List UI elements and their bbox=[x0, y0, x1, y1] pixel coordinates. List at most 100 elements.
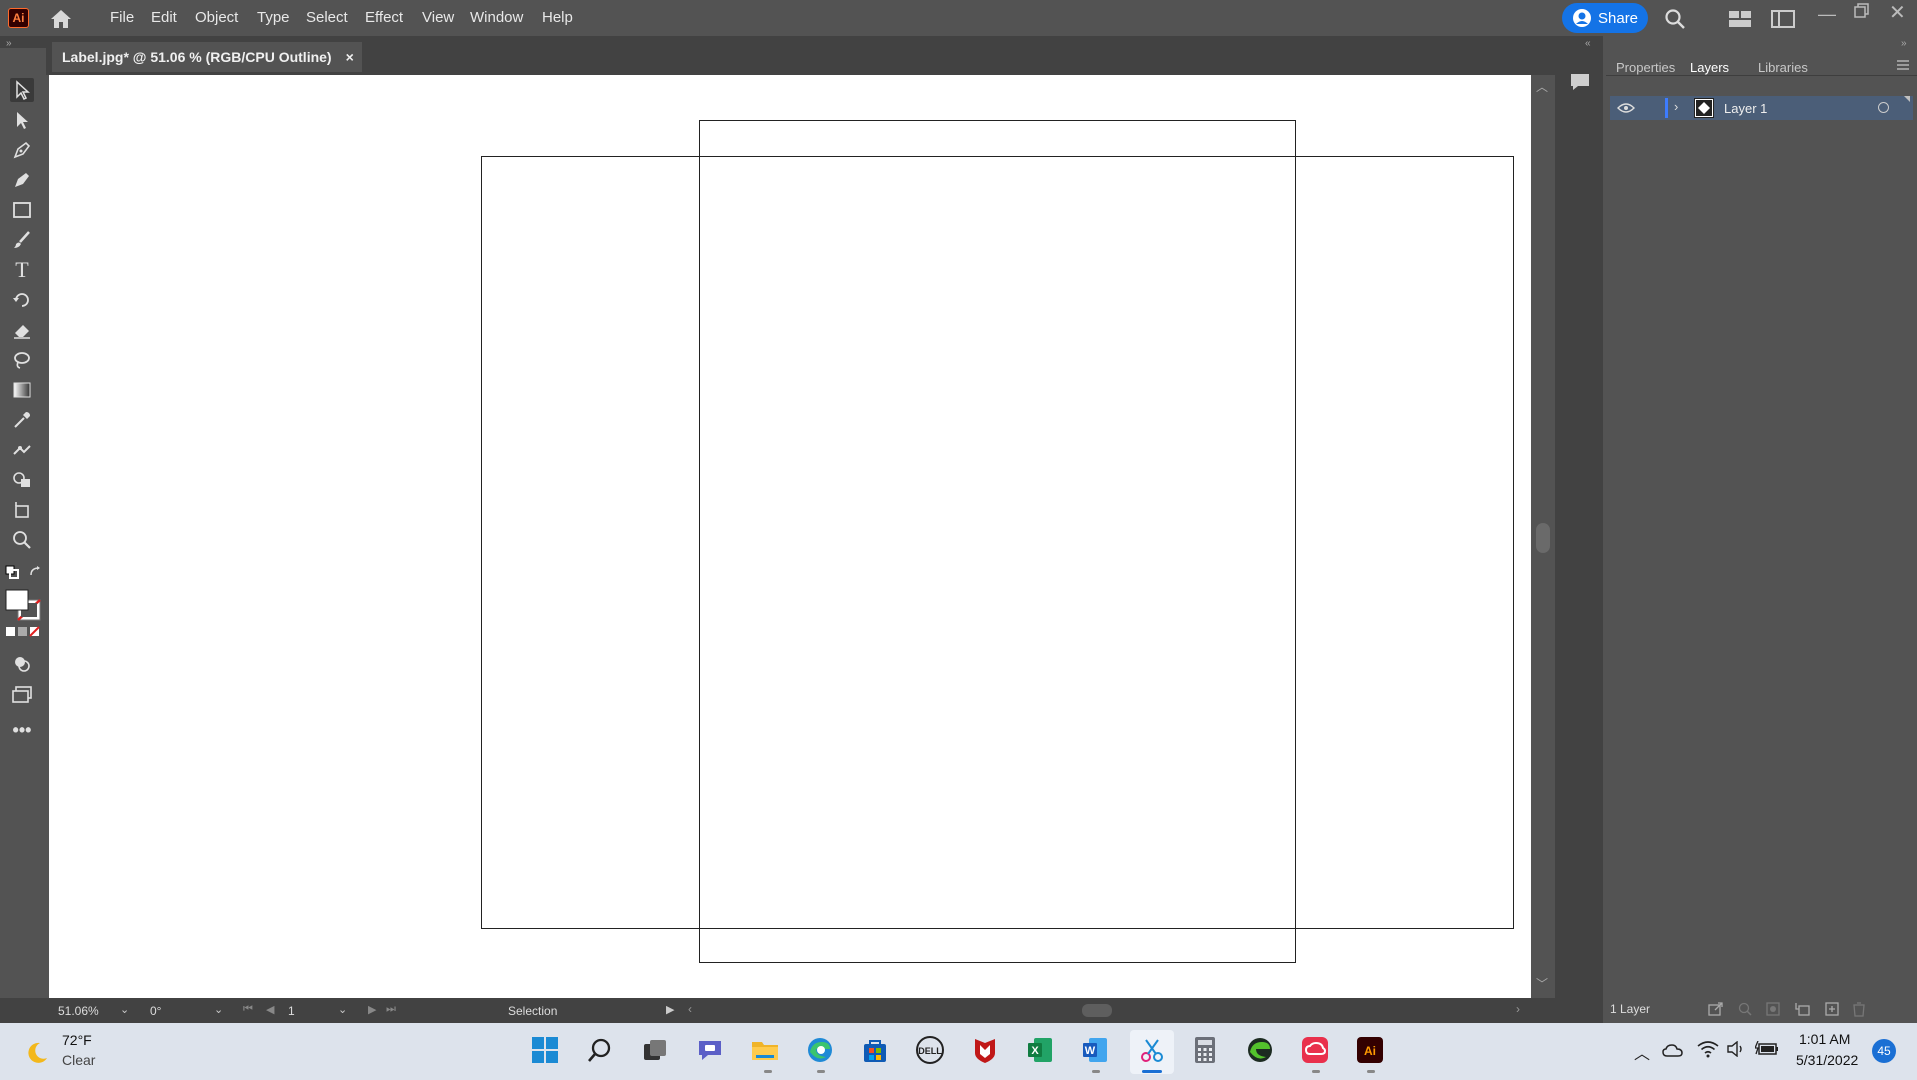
onedrive-icon[interactable] bbox=[1662, 1042, 1684, 1063]
layer-row[interactable]: › Layer 1 bbox=[1610, 96, 1913, 120]
last-artboard-icon[interactable]: ⏭ bbox=[386, 1003, 396, 1016]
selection-tool-icon[interactable] bbox=[10, 78, 34, 102]
outline-rectangle-tall[interactable] bbox=[699, 120, 1296, 963]
shape-builder-tool-icon[interactable] bbox=[10, 468, 34, 492]
paintbrush-tool-icon[interactable] bbox=[10, 228, 34, 252]
menu-type[interactable]: Type bbox=[257, 9, 290, 26]
tab-layers[interactable]: Layers bbox=[1690, 60, 1730, 75]
file-explorer-icon[interactable] bbox=[750, 1035, 780, 1065]
scroll-right-icon[interactable]: › bbox=[1516, 1002, 1520, 1016]
menu-window[interactable]: Window bbox=[470, 9, 523, 26]
make-clipping-mask-icon[interactable] bbox=[1766, 1002, 1780, 1021]
rotate-tool-icon[interactable] bbox=[10, 288, 34, 312]
current-tool-status[interactable]: Selection bbox=[508, 1004, 557, 1018]
target-circle-icon[interactable] bbox=[1878, 102, 1889, 113]
close-tab-icon[interactable]: × bbox=[346, 49, 354, 65]
zoom-dropdown-icon[interactable]: ⌄ bbox=[120, 1003, 129, 1016]
zoom-level[interactable]: 51.06% bbox=[58, 1004, 99, 1018]
workspace-switcher-icon[interactable] bbox=[1771, 10, 1795, 33]
screen-mode-icon[interactable] bbox=[10, 682, 34, 706]
export-icon[interactable] bbox=[1708, 1002, 1724, 1021]
word-icon[interactable]: W bbox=[1080, 1035, 1110, 1065]
vertical-scrollbar[interactable]: ︿ ﹀ bbox=[1531, 75, 1555, 998]
eyedropper-tool-icon[interactable] bbox=[10, 408, 34, 432]
menu-file[interactable]: File bbox=[110, 9, 134, 26]
artboard-canvas[interactable] bbox=[49, 75, 1531, 998]
fill-stroke-swatch[interactable] bbox=[4, 588, 44, 622]
search-taskbar-icon[interactable] bbox=[585, 1035, 615, 1065]
battery-charging-icon[interactable] bbox=[1754, 1040, 1779, 1062]
more-tools-icon[interactable]: ••• bbox=[10, 718, 34, 742]
menu-object[interactable]: Object bbox=[195, 9, 238, 26]
locate-object-icon[interactable] bbox=[1738, 1002, 1752, 1021]
search-icon[interactable] bbox=[1664, 8, 1686, 35]
panel-menu-icon[interactable] bbox=[1896, 58, 1910, 76]
gradient-tool-icon[interactable] bbox=[10, 378, 34, 402]
task-view-icon[interactable] bbox=[640, 1035, 670, 1065]
swap-fill-stroke-icon[interactable] bbox=[28, 564, 44, 580]
next-artboard-icon[interactable]: ▶ bbox=[368, 1003, 376, 1016]
minimize-icon[interactable]: — bbox=[1818, 4, 1836, 25]
eraser-tool-icon[interactable] bbox=[10, 318, 34, 342]
menu-effect[interactable]: Effect bbox=[365, 9, 403, 26]
notification-badge[interactable]: 45 bbox=[1872, 1039, 1896, 1063]
rectangle-tool-icon[interactable] bbox=[10, 198, 34, 222]
comments-icon[interactable] bbox=[1569, 72, 1591, 97]
collapse-panels-icon[interactable]: » bbox=[1901, 38, 1907, 49]
home-icon[interactable] bbox=[48, 8, 74, 30]
weather-temperature[interactable]: 72°F bbox=[62, 1032, 92, 1048]
share-button[interactable]: Share bbox=[1562, 3, 1648, 33]
artboard-number[interactable]: 1 bbox=[288, 1004, 295, 1018]
direct-selection-tool-icon[interactable] bbox=[10, 108, 34, 132]
weather-condition[interactable]: Clear bbox=[62, 1052, 95, 1068]
puppet-warp-tool-icon[interactable] bbox=[10, 438, 34, 462]
previous-artboard-icon[interactable]: ◀ bbox=[266, 1003, 274, 1016]
tab-properties[interactable]: Properties bbox=[1616, 60, 1675, 75]
new-sublayer-icon[interactable] bbox=[1794, 1001, 1812, 1022]
mcafee-icon[interactable] bbox=[970, 1035, 1000, 1065]
rotation-value[interactable]: 0° bbox=[150, 1004, 161, 1018]
status-menu-icon[interactable]: ▶ bbox=[666, 1003, 674, 1016]
color-mode-icon[interactable] bbox=[4, 624, 44, 638]
dell-icon[interactable]: DELL bbox=[915, 1035, 945, 1065]
vertical-scroll-thumb[interactable] bbox=[1536, 523, 1550, 553]
visibility-eye-icon[interactable] bbox=[1617, 101, 1635, 119]
layer-name[interactable]: Layer 1 bbox=[1724, 101, 1767, 116]
scroll-up-icon[interactable]: ︿ bbox=[1536, 78, 1548, 95]
excel-icon[interactable]: X bbox=[1025, 1035, 1055, 1065]
start-icon[interactable] bbox=[530, 1035, 560, 1065]
edge-dev-icon[interactable] bbox=[1245, 1035, 1275, 1065]
first-artboard-icon[interactable]: ⏮ bbox=[243, 1003, 253, 1016]
calculator-icon[interactable] bbox=[1190, 1035, 1220, 1065]
creative-cloud-icon[interactable] bbox=[1300, 1035, 1330, 1065]
menu-help[interactable]: Help bbox=[542, 9, 573, 26]
type-tool-icon[interactable]: T bbox=[10, 257, 34, 282]
menu-select[interactable]: Select bbox=[306, 9, 348, 26]
moon-weather-icon[interactable] bbox=[24, 1040, 50, 1071]
draw-mode-icon[interactable] bbox=[10, 652, 34, 676]
menu-view[interactable]: View bbox=[422, 9, 454, 26]
snipping-tool-icon[interactable] bbox=[1137, 1035, 1167, 1065]
rotation-dropdown-icon[interactable]: ⌄ bbox=[214, 1003, 223, 1016]
edge-icon[interactable] bbox=[805, 1035, 835, 1065]
delete-layer-icon[interactable] bbox=[1852, 1001, 1866, 1022]
horizontal-scroll-thumb[interactable] bbox=[1082, 1004, 1112, 1017]
document-tab[interactable]: Label.jpg* @ 51.06 % (RGB/CPU Outline) × bbox=[52, 42, 362, 72]
new-layer-icon[interactable] bbox=[1824, 1001, 1840, 1022]
volume-icon[interactable] bbox=[1726, 1040, 1746, 1062]
expand-dock-icon[interactable]: « bbox=[1585, 38, 1591, 49]
illustrator-icon[interactable]: Ai bbox=[1355, 1035, 1385, 1065]
restore-icon[interactable] bbox=[1853, 2, 1871, 25]
clock-date[interactable]: 5/31/2022 bbox=[1796, 1052, 1858, 1068]
tab-libraries[interactable]: Libraries bbox=[1758, 60, 1808, 75]
artboard-tool-icon[interactable] bbox=[10, 498, 34, 522]
scroll-left-icon[interactable]: ‹ bbox=[688, 1002, 692, 1016]
arrange-documents-icon[interactable] bbox=[1728, 10, 1752, 33]
chat-icon[interactable] bbox=[695, 1035, 725, 1065]
expand-layer-icon[interactable]: › bbox=[1674, 99, 1678, 114]
scroll-down-icon[interactable]: ﹀ bbox=[1536, 975, 1548, 992]
show-hidden-icons-icon[interactable]: ︿ bbox=[1634, 1040, 1650, 1064]
curvature-tool-icon[interactable] bbox=[10, 168, 34, 192]
default-fill-stroke-icon[interactable] bbox=[4, 564, 20, 580]
store-icon[interactable] bbox=[860, 1035, 890, 1065]
